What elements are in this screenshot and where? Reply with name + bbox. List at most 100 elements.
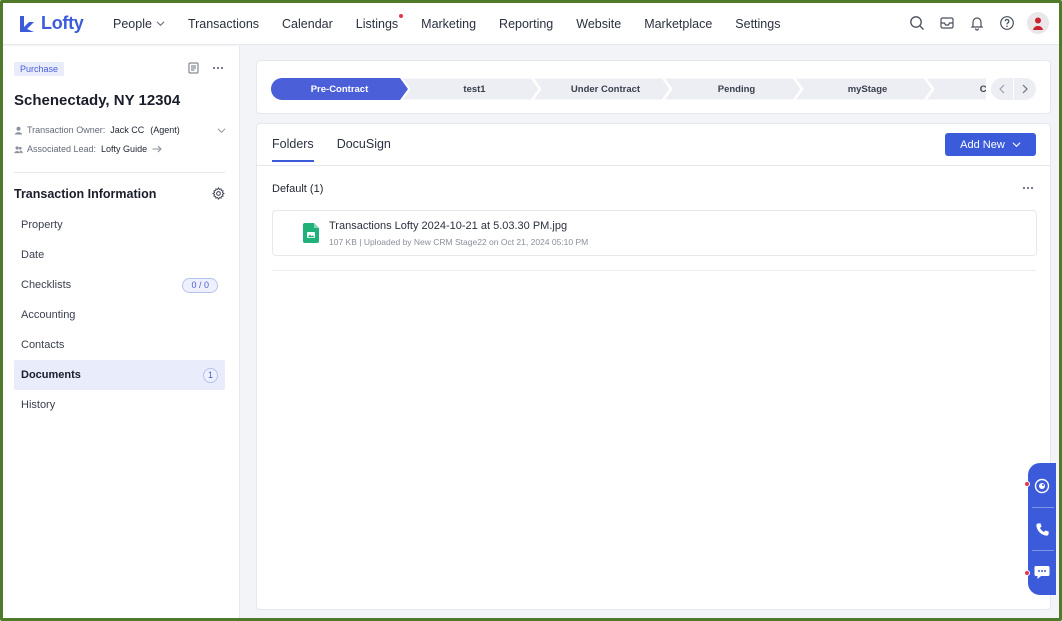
transaction-owner-name: Jack CC <box>110 125 145 135</box>
assistant-notification-dot <box>1024 481 1030 487</box>
nav-people-label: People <box>113 16 152 31</box>
sidebar-item-documents[interactable]: Documents 1 <box>14 360 225 390</box>
stage-under-contract[interactable]: Under Contract <box>533 78 670 100</box>
phone-button[interactable] <box>1028 508 1056 550</box>
stage-label: test1 <box>463 83 486 95</box>
brand-name: Lofty <box>41 13 84 33</box>
stage-label: Pre-Contract <box>310 83 369 95</box>
assistant-icon <box>1034 478 1050 494</box>
sidebar-item-label: Documents <box>21 369 81 381</box>
transaction-owner-row[interactable]: Transaction Owner: Jack CC (Agent) <box>14 125 226 135</box>
phone-icon <box>1035 522 1049 536</box>
inbox-icon[interactable] <box>937 13 957 33</box>
arrow-right-icon <box>152 145 162 153</box>
sidebar-item-date[interactable]: Date <box>14 240 225 270</box>
chat-icon <box>1034 565 1050 579</box>
chat-notification-dot <box>1024 570 1030 576</box>
transaction-menu: Property Date Checklists 0 / 0 Accountin… <box>14 210 225 420</box>
notification-dot <box>399 13 404 18</box>
associated-lead-row[interactable]: Associated Lead: Lofty Guide <box>14 144 162 154</box>
sidebar-item-contacts[interactable]: Contacts <box>14 330 225 360</box>
nav-reporting-label: Reporting <box>499 16 554 31</box>
stage-pending[interactable]: Pending <box>664 78 801 100</box>
nav-listings[interactable]: Listings <box>356 13 404 31</box>
chevron-right-icon <box>1022 84 1028 94</box>
add-new-label: Add New <box>960 138 1005 151</box>
bell-icon[interactable] <box>967 13 987 33</box>
image-file-icon <box>303 223 319 243</box>
sidebar-item-label: Property <box>21 219 63 231</box>
file-meta: 107 KB | Uploaded by New CRM Stage22 on … <box>329 237 589 247</box>
documents-count-badge: 1 <box>203 367 218 383</box>
stage-mystage[interactable]: myStage <box>795 78 932 100</box>
stage-label: myStage <box>847 83 888 95</box>
nav-website-label: Website <box>576 16 622 31</box>
nav-people[interactable]: People <box>113 17 165 31</box>
folder-title[interactable]: Default (1) <box>272 183 323 195</box>
sidebar-item-accounting[interactable]: Accounting <box>14 300 225 330</box>
sidebar-divider <box>14 172 225 173</box>
nav-marketplace-label: Marketplace <box>644 16 713 31</box>
nav-calendar-label: Calendar <box>282 16 333 31</box>
nav-transactions-label: Transactions <box>187 16 260 31</box>
transaction-owner-label: Transaction Owner: <box>27 125 106 135</box>
transaction-information-title: Transaction Information <box>14 187 157 201</box>
documents-panel: Folders DocuSign Add New Default (1) Tra… <box>256 123 1051 610</box>
tab-folders[interactable]: Folders <box>272 137 314 162</box>
chat-button[interactable] <box>1028 551 1056 593</box>
nav-marketing-label: Marketing <box>421 16 477 31</box>
checklists-count-badge: 0 / 0 <box>182 277 218 293</box>
chevron-left-icon <box>999 84 1005 94</box>
brand-logo[interactable]: Lofty <box>17 13 113 34</box>
chevron-down-icon <box>1012 142 1021 148</box>
add-new-button[interactable]: Add New <box>945 133 1036 156</box>
sidebar-item-checklists[interactable]: Checklists 0 / 0 <box>14 270 225 300</box>
sidebar-item-label: Contacts <box>21 339 65 351</box>
nav-calendar[interactable]: Calendar <box>282 17 333 31</box>
search-icon[interactable] <box>907 13 927 33</box>
associated-lead-name: Lofty Guide <box>101 144 148 154</box>
help-icon[interactable] <box>997 13 1017 33</box>
associated-lead-label: Associated Lead: <box>27 144 97 154</box>
file-name[interactable]: Transactions Lofty 2024-10-21 at 5.03.30… <box>329 220 567 232</box>
sidebar-item-label: History <box>21 399 56 411</box>
folder-more-icon[interactable] <box>1020 181 1036 195</box>
stage-list: Pre-Contract test1 Under Contract Pending my… <box>271 78 986 100</box>
chevron-down-icon <box>156 21 165 27</box>
stage-next-button[interactable] <box>1014 78 1036 100</box>
file-row[interactable]: Transactions Lofty 2024-10-21 at 5.03.30… <box>272 210 1037 256</box>
nav-settings[interactable]: Settings <box>735 17 780 31</box>
nav-marketing[interactable]: Marketing <box>421 17 476 31</box>
sidebar-item-property[interactable]: Property <box>14 210 225 240</box>
nav-transactions[interactable]: Transactions <box>188 17 259 31</box>
floating-contact-widget <box>1024 463 1056 595</box>
transaction-sidebar: Purchase Schenectady, NY 12304 Transacti… <box>3 46 240 618</box>
nav-reporting[interactable]: Reporting <box>499 17 553 31</box>
sidebar-item-label: Checklists <box>21 279 72 291</box>
tab-docusign[interactable]: DocuSign <box>337 137 391 162</box>
person-icon <box>14 126 23 135</box>
tabs-divider <box>257 165 1050 166</box>
stage-test1[interactable]: test1 <box>402 78 539 100</box>
stage-pre-contract[interactable]: Pre-Contract <box>271 78 408 100</box>
transaction-owner-role: (Agent) <box>150 125 180 135</box>
transaction-type-badge: Purchase <box>14 62 65 76</box>
stage-closed[interactable]: Closed/( <box>926 78 986 100</box>
sidebar-item-history[interactable]: History <box>14 390 225 420</box>
stage-label: Pending <box>717 83 756 95</box>
user-avatar[interactable] <box>1027 12 1049 34</box>
more-options-icon[interactable] <box>211 61 225 75</box>
stage-label: Closed/( <box>979 83 986 95</box>
notes-icon[interactable] <box>186 61 200 75</box>
gear-icon[interactable] <box>212 187 225 200</box>
app-window: Lofty People Transactions Calendar Listi… <box>0 0 1062 621</box>
top-navigation: Lofty People Transactions Calendar Listi… <box>3 3 1059 45</box>
nav-marketplace[interactable]: Marketplace <box>644 17 712 31</box>
assistant-button[interactable] <box>1028 465 1056 507</box>
stage-prev-button[interactable] <box>991 78 1013 100</box>
folder-divider <box>272 270 1036 271</box>
transaction-address: Schenectady, NY 12304 <box>14 92 181 109</box>
lofty-logo-icon <box>20 15 34 32</box>
nav-website[interactable]: Website <box>576 17 621 31</box>
sidebar-item-label: Date <box>21 249 45 261</box>
